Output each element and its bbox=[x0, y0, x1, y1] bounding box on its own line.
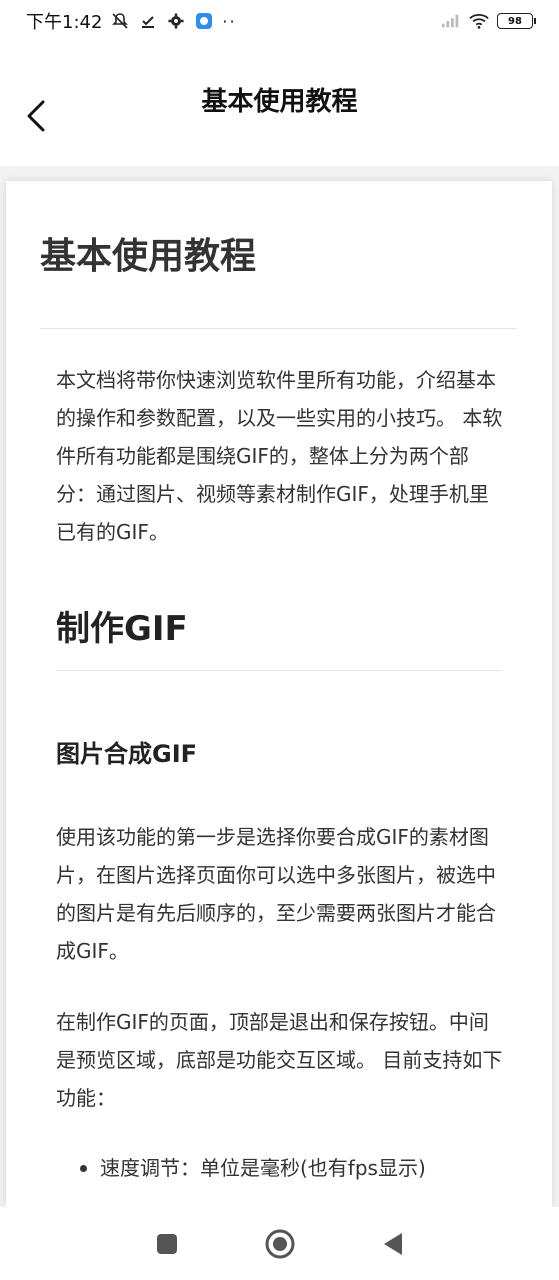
subsection-heading: 图片合成GIF bbox=[56, 740, 198, 768]
battery-indicator: 98 bbox=[497, 13, 536, 29]
nav-back-button[interactable] bbox=[373, 1224, 413, 1264]
list-item: 速度调节：单位是毫秒(也有fps显示) bbox=[78, 1149, 518, 1187]
back-button[interactable] bbox=[18, 94, 54, 138]
feature-list: 速度调节：单位是毫秒(也有fps显示) bbox=[78, 1149, 518, 1187]
home-button[interactable] bbox=[260, 1224, 300, 1264]
mute-icon bbox=[110, 11, 130, 31]
app-bar: 基本使用教程 bbox=[0, 42, 559, 166]
title-divider bbox=[40, 328, 517, 329]
page-layout-paragraph: 在制作GIF的页面，顶部是退出和保存按钮。中间是预览区域，底部是功能交互区域。 … bbox=[56, 1010, 503, 1110]
gear-icon bbox=[166, 11, 186, 31]
download-done-icon bbox=[138, 11, 158, 31]
bullet-icon bbox=[80, 1165, 87, 1172]
intro-paragraph: 本文档将带你快速浏览软件里所有功能，介绍基本的操作和参数配置，以及一些实用的小技… bbox=[56, 368, 503, 544]
wifi-icon bbox=[469, 11, 489, 31]
triangle-back-icon bbox=[383, 1232, 402, 1255]
list-item-text: 速度调节：单位是毫秒(也有fps显示) bbox=[100, 1156, 426, 1180]
status-bar: 下午1:42 ·· 98 bbox=[0, 0, 559, 42]
status-right: 98 bbox=[441, 11, 536, 31]
circle-icon bbox=[265, 1229, 294, 1258]
app-title: 基本使用教程 bbox=[201, 86, 358, 117]
document-card[interactable]: 基本使用教程 本文档将带你快速浏览软件里所有功能，介绍基本的操作和参数配置，以及… bbox=[6, 181, 552, 1207]
recent-apps-button[interactable] bbox=[147, 1224, 187, 1264]
section-divider bbox=[56, 670, 502, 671]
status-left: 下午1:42 ·· bbox=[26, 8, 237, 34]
signal-icon bbox=[441, 11, 461, 31]
back-arrow-icon bbox=[27, 100, 45, 132]
status-time: 下午1:42 bbox=[26, 12, 103, 33]
square-icon bbox=[156, 1233, 177, 1254]
more-notifications-icon: ·· bbox=[222, 11, 237, 31]
app-notification-icon bbox=[194, 11, 214, 31]
select-images-paragraph: 使用该功能的第一步是选择你要合成GIF的素材图片，在图片选择页面你可以选中多张图… bbox=[56, 825, 496, 963]
document-title: 基本使用教程 bbox=[40, 236, 257, 277]
section-heading: 制作GIF bbox=[56, 609, 188, 649]
system-nav-bar bbox=[0, 1207, 559, 1280]
